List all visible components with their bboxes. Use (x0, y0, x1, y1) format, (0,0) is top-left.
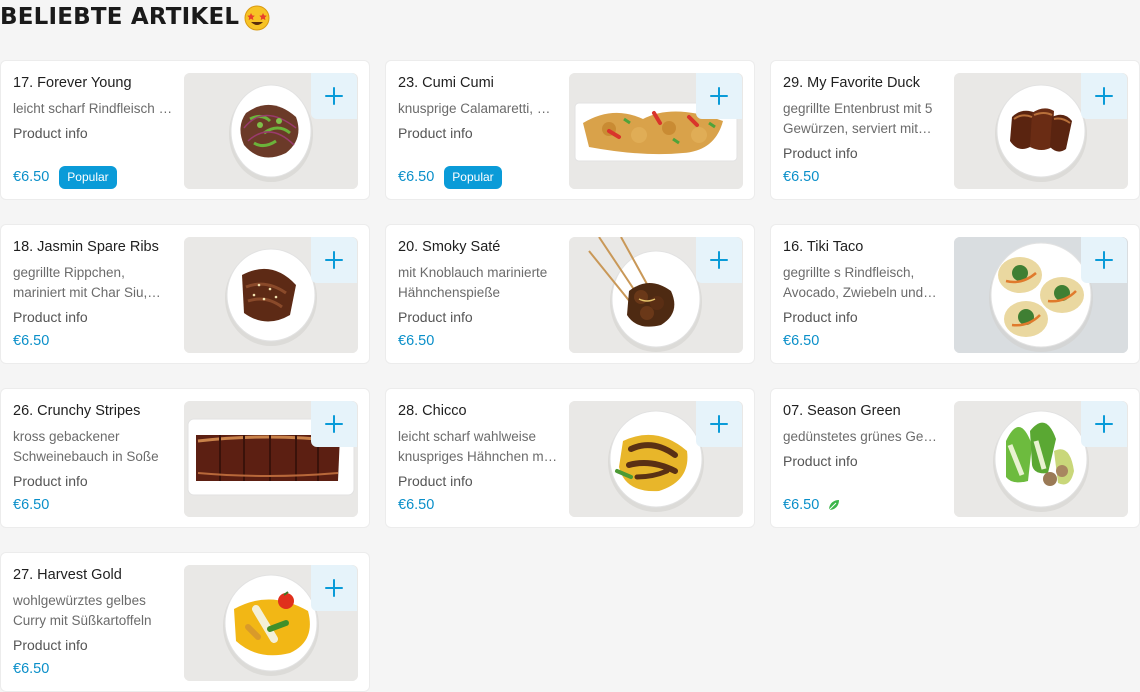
product-price: €6.50 (13, 497, 50, 513)
product-card-tiki-taco[interactable]: 16. Tiki Taco gegrillte s Rindfleisch, A… (770, 224, 1140, 364)
add-to-cart-button[interactable] (696, 73, 742, 119)
popular-badge: Popular (59, 165, 117, 189)
plus-icon (1095, 87, 1113, 105)
product-description: leicht scharf Rindfleisch mit Zwiebeln (13, 101, 175, 116)
product-card-season-green[interactable]: 07. Season Green gedünstetes grünes Gemü… (770, 388, 1140, 528)
add-to-cart-button[interactable] (696, 401, 742, 447)
product-price: €6.50 (398, 169, 435, 185)
product-price: €6.50 (13, 333, 50, 349)
product-title: 29. My Favorite Duck (783, 75, 920, 91)
add-to-cart-button[interactable] (1081, 237, 1127, 283)
product-price: €6.50 (398, 333, 435, 349)
price-row: €6.50 (783, 493, 841, 517)
product-info-link[interactable]: Product info (783, 451, 945, 471)
product-price: €6.50 (13, 169, 50, 185)
plus-icon (710, 415, 728, 433)
plus-icon (325, 251, 343, 269)
product-card-cumi-cumi[interactable]: 23. Cumi Cumi knusprige Calamaretti, mit… (385, 60, 755, 200)
price-row: €6.50 Popular (13, 165, 117, 189)
add-to-cart-button[interactable] (311, 401, 357, 447)
product-card-my-favorite-duck[interactable]: 29. My Favorite Duck gegrillte Entenbrus… (770, 60, 1140, 200)
product-info-link[interactable]: Product info (398, 123, 560, 143)
product-card-harvest-gold[interactable]: 27. Harvest Gold wohlgewürztes gelbes Cu… (0, 552, 370, 692)
product-description: leicht scharf wahlweise knuspriges Hähnc… (398, 429, 551, 464)
product-title: 28. Chicco (398, 403, 467, 419)
price-row: €6.50 (783, 165, 819, 189)
add-to-cart-button[interactable] (1081, 73, 1127, 119)
product-price: €6.50 (783, 497, 820, 513)
product-card-chicco[interactable]: 28. Chicco leicht scharf wahlweise knusp… (385, 388, 755, 528)
product-price: €6.50 (13, 661, 50, 677)
price-row: €6.50 (398, 493, 434, 517)
product-card-smoky-sat[interactable]: 20. Smoky Saté mit Knoblauch marinierte … (385, 224, 755, 364)
product-description: mit Knoblauch marinierte Hähnchenspieße (398, 265, 548, 300)
section-title: BELIEBTE ARTIKEL (0, 2, 271, 32)
product-info-link[interactable]: Product info (783, 143, 945, 163)
product-card-jasmin-spare-ribs[interactable]: 18. Jasmin Spare Ribs gegrillte Rippchen… (0, 224, 370, 364)
product-title: 23. Cumi Cumi (398, 75, 494, 91)
product-description: gegrillte Entenbrust mit 5 Gewürzen, ser… (783, 101, 933, 136)
add-to-cart-button[interactable] (311, 73, 357, 119)
add-to-cart-button[interactable] (696, 237, 742, 283)
plus-icon (325, 415, 343, 433)
product-info-link[interactable]: Product info (13, 123, 175, 143)
product-title: 18. Jasmin Spare Ribs (13, 239, 159, 255)
product-description: gegrillte Rippchen, mariniert mit Char S… (13, 265, 148, 300)
product-info-link[interactable]: Product info (783, 307, 945, 327)
product-info-link[interactable]: Product info (398, 471, 560, 491)
add-to-cart-button[interactable] (311, 237, 357, 283)
product-title: 16. Tiki Taco (783, 239, 864, 255)
product-description: kross gebackener Schweinebauch in Soße (13, 429, 159, 464)
product-price: €6.50 (398, 497, 435, 513)
price-row: €6.50 (13, 329, 49, 353)
product-title: 27. Harvest Gold (13, 567, 122, 583)
product-title: 07. Season Green (783, 403, 901, 419)
product-info-link[interactable]: Product info (398, 307, 560, 327)
plus-icon (710, 251, 728, 269)
price-row: €6.50 Popular (398, 165, 502, 189)
product-title: 20. Smoky Saté (398, 239, 501, 255)
plus-icon (1095, 251, 1113, 269)
product-card-crunchy-stripes[interactable]: 26. Crunchy Stripes kross gebackener Sch… (0, 388, 370, 528)
plus-icon (325, 87, 343, 105)
popular-items-grid: 17. Forever Young leicht scharf Rindflei… (0, 60, 1140, 692)
plus-icon (1095, 415, 1113, 433)
product-description: knusprige Calamaretti, mit Chili (398, 101, 560, 116)
product-info-link[interactable]: Product info (13, 635, 175, 655)
product-info-link[interactable]: Product info (13, 471, 175, 491)
product-title: 17. Forever Young (13, 75, 132, 91)
price-row: €6.50 (783, 329, 819, 353)
add-to-cart-button[interactable] (1081, 401, 1127, 447)
plus-icon (325, 579, 343, 597)
product-description: gedünstetes grünes Gemüse (783, 429, 945, 444)
product-title: 26. Crunchy Stripes (13, 403, 141, 419)
product-info-link[interactable]: Product info (13, 307, 175, 327)
leaf-icon (828, 500, 840, 511)
product-price: €6.50 (783, 169, 820, 185)
product-card-forever-young[interactable]: 17. Forever Young leicht scharf Rindflei… (0, 60, 370, 200)
popular-badge: Popular (444, 165, 502, 189)
plus-icon (710, 87, 728, 105)
star-struck-emoji-icon (244, 5, 270, 31)
price-row: €6.50 (398, 329, 434, 353)
product-description: wohlgewürztes gelbes Curry mit Süßkartof… (13, 593, 152, 628)
price-row: €6.50 (13, 657, 49, 681)
add-to-cart-button[interactable] (311, 565, 357, 611)
product-price: €6.50 (783, 333, 820, 349)
price-row: €6.50 (13, 493, 49, 517)
product-description: gegrillte s Rindfleisch, Avocado, Zwiebe… (783, 265, 924, 300)
section-title-text: BELIEBTE ARTIKEL (0, 4, 240, 30)
